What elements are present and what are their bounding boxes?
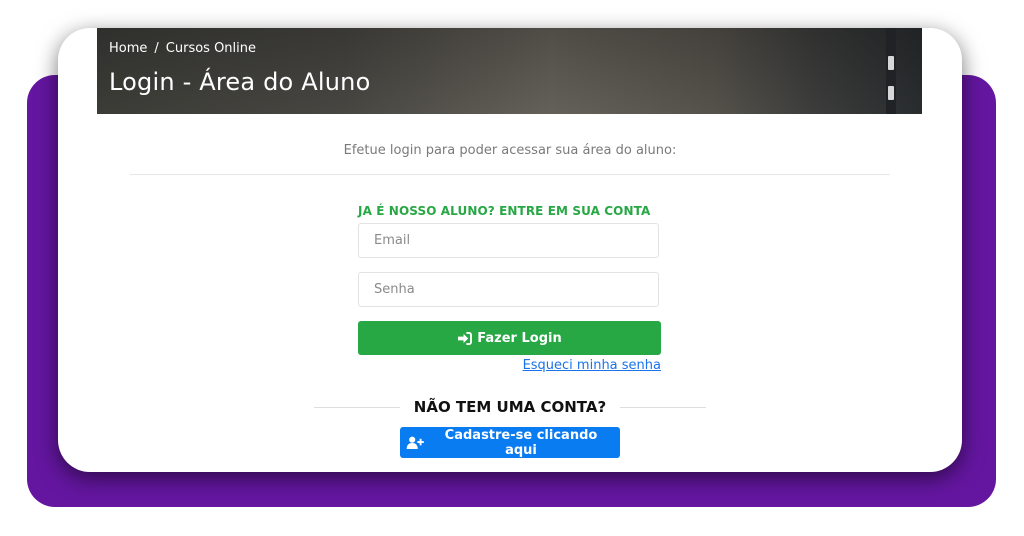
signup-button-label: Cadastre-se clicando aqui bbox=[444, 427, 598, 458]
login-button[interactable]: Fazer Login bbox=[358, 321, 661, 355]
signup-button[interactable]: Cadastre-se clicando aqui bbox=[400, 427, 620, 458]
no-account-prompt: NÃO TEM UMA CONTA? bbox=[413, 398, 607, 416]
password-field[interactable] bbox=[358, 272, 659, 307]
login-form-heading: JA É NOSSO ALUNO? ENTRE EM SUA CONTA bbox=[358, 204, 651, 218]
breadcrumb: Home / Cursos Online bbox=[109, 41, 256, 56]
divider-line-left bbox=[314, 406, 400, 408]
hero-background-detail bbox=[886, 28, 896, 114]
hero-bar-mark bbox=[888, 86, 894, 100]
user-plus-icon bbox=[406, 436, 424, 449]
email-field[interactable] bbox=[358, 223, 659, 258]
breadcrumb-current[interactable]: Cursos Online bbox=[166, 41, 256, 56]
breadcrumb-separator: / bbox=[154, 41, 159, 56]
breadcrumb-home[interactable]: Home bbox=[109, 41, 147, 56]
forgot-password-link[interactable]: Esqueci minha senha bbox=[523, 358, 661, 373]
login-card: Home / Cursos Online Login - Área do Alu… bbox=[58, 28, 962, 472]
divider-line-right bbox=[620, 406, 706, 408]
hero-banner: Home / Cursos Online Login - Área do Alu… bbox=[97, 28, 922, 114]
login-form: JA É NOSSO ALUNO? ENTRE EM SUA CONTA Faz… bbox=[358, 204, 661, 373]
sign-in-icon bbox=[457, 331, 473, 345]
hero-bar-mark bbox=[888, 56, 894, 70]
divider bbox=[130, 174, 890, 175]
login-button-label: Fazer Login bbox=[477, 330, 562, 346]
login-instruction: Efetue login para poder acessar sua área… bbox=[343, 143, 677, 158]
no-account-section: NÃO TEM UMA CONTA? bbox=[314, 398, 706, 416]
page-title: Login - Área do Aluno bbox=[109, 68, 371, 96]
